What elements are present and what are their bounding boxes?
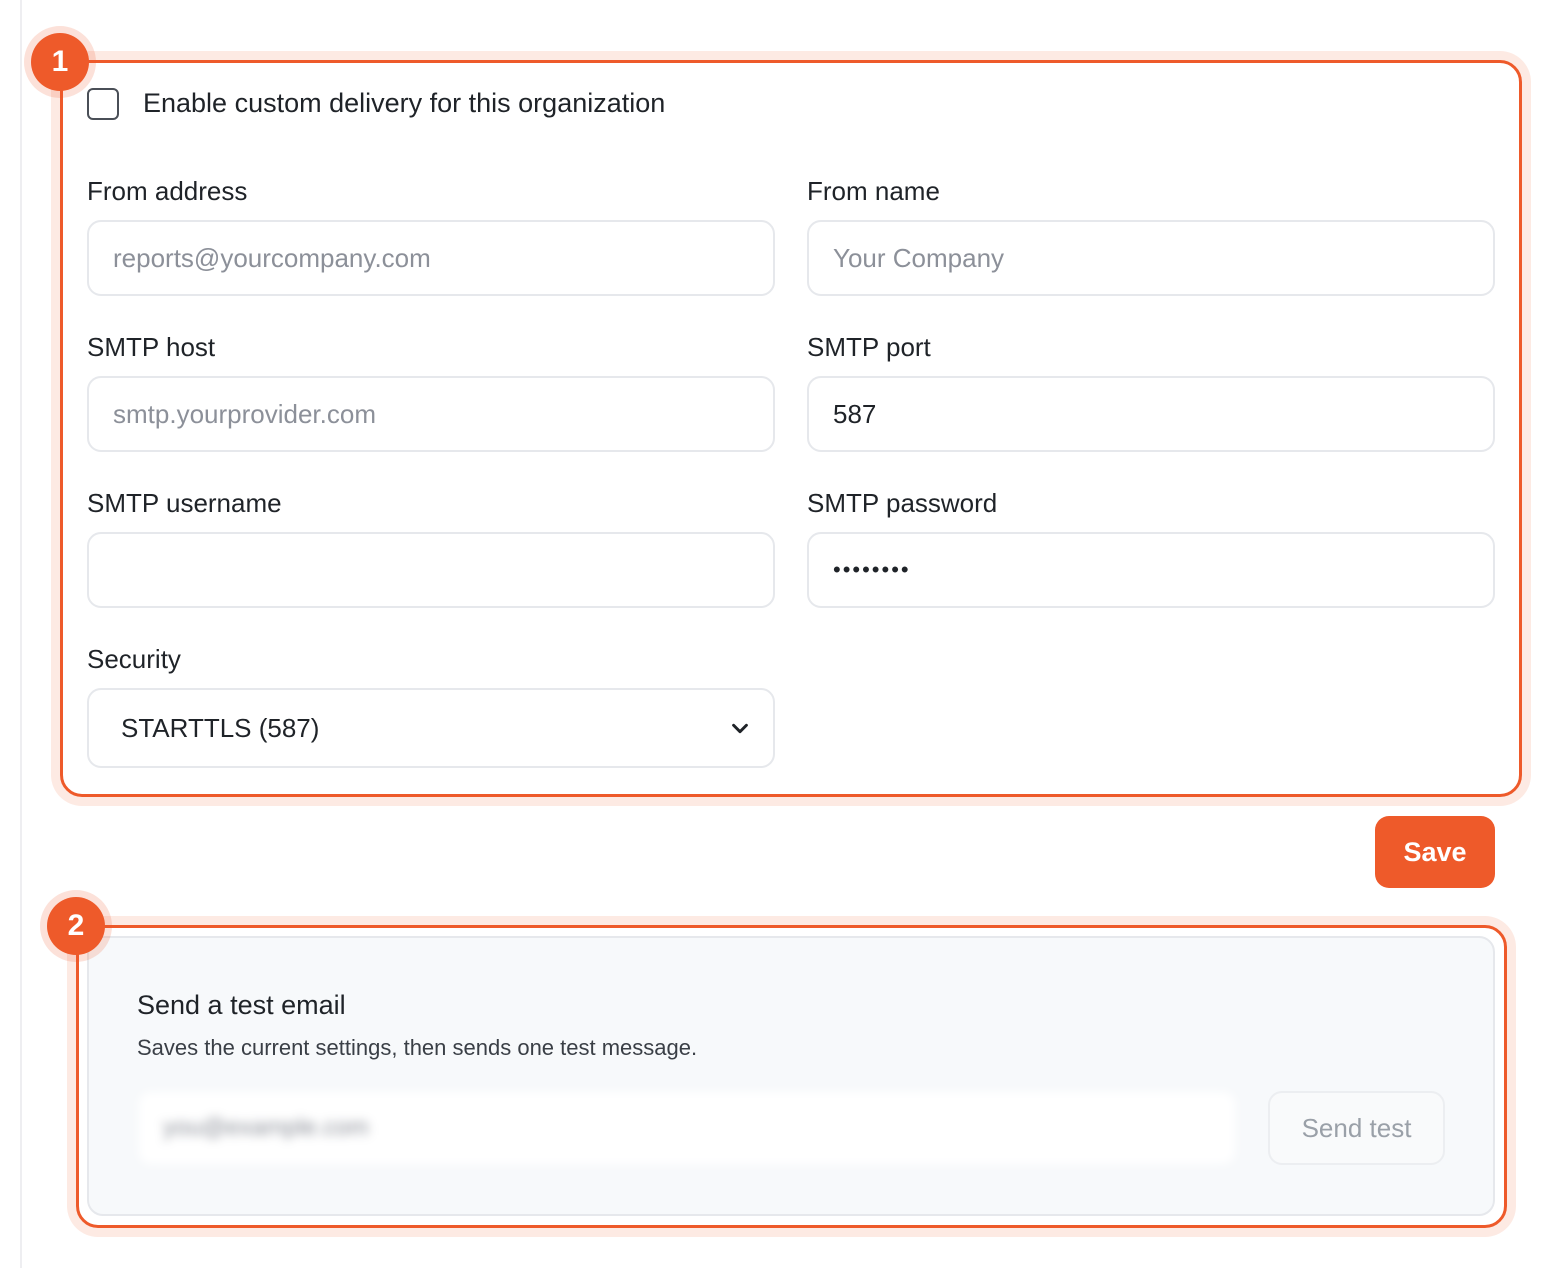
security-select[interactable]: STARTTLS (587): [87, 688, 775, 768]
enable-custom-delivery-label[interactable]: Enable custom delivery for this organiza…: [143, 86, 665, 120]
step-marker-2: 2: [47, 897, 105, 955]
security-label: Security: [87, 644, 181, 674]
smtp-host-input[interactable]: [87, 376, 775, 452]
test-email-title: Send a test email: [137, 990, 346, 1020]
smtp-username-input[interactable]: [87, 532, 775, 608]
email-delivery-settings-page: 1 Enable custom delivery for this organi…: [0, 0, 1564, 1268]
left-divider: [20, 0, 22, 1268]
save-button[interactable]: Save: [1375, 816, 1495, 888]
send-test-button[interactable]: Send test: [1268, 1091, 1445, 1165]
smtp-host-label: SMTP host: [87, 332, 216, 362]
smtp-port-input[interactable]: [807, 376, 1495, 452]
test-email-highlight: [76, 925, 1507, 1228]
security-selected-value: STARTTLS (587): [121, 712, 320, 743]
from-name-label: From name: [807, 176, 940, 206]
smtp-port-label: SMTP port: [807, 332, 931, 362]
from-address-input[interactable]: [87, 220, 775, 296]
smtp-password-label: SMTP password: [807, 488, 998, 518]
test-recipient-value: you@example.com: [163, 1114, 369, 1141]
from-address-label: From address: [87, 176, 248, 206]
from-name-input[interactable]: [807, 220, 1495, 296]
chevron-down-icon: [732, 723, 748, 734]
enable-custom-delivery-checkbox[interactable]: [87, 88, 119, 120]
smtp-username-label: SMTP username: [87, 488, 282, 518]
test-recipient-input[interactable]: you@example.com: [139, 1092, 1235, 1164]
step-marker-1: 1: [31, 33, 89, 91]
test-email-description: Saves the current settings, then sends o…: [137, 1035, 698, 1060]
smtp-password-input[interactable]: [807, 532, 1495, 608]
